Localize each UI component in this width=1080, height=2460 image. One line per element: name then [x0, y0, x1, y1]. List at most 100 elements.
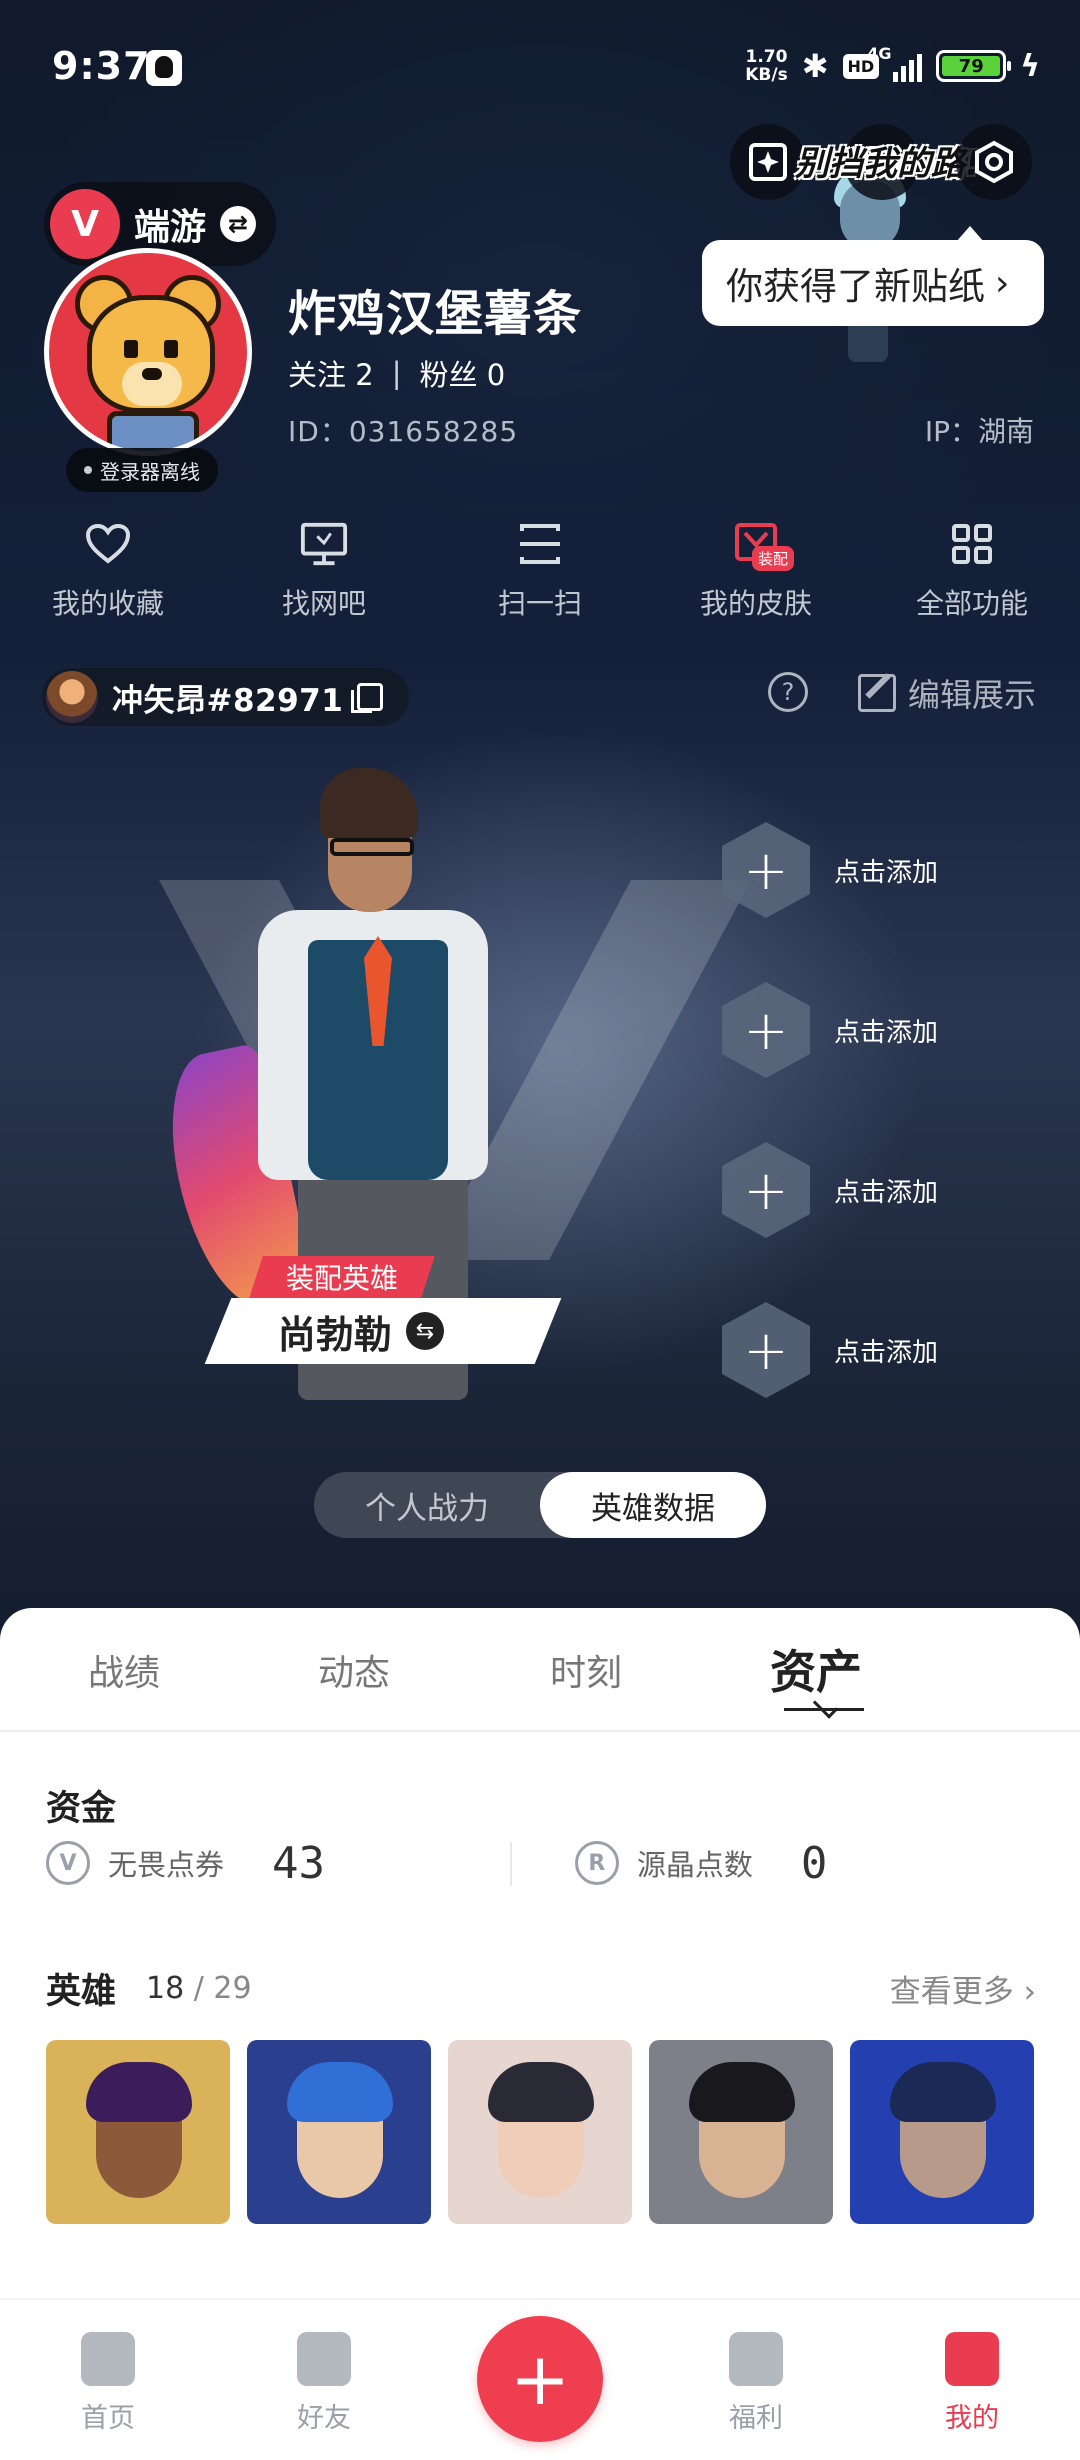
followers-link[interactable]: 粉丝 0 [419, 352, 505, 394]
riot-id-text: 冲矢昂#82971 [112, 682, 344, 719]
follow-stats: 关注 2 | 粉丝 0 [288, 352, 505, 394]
swap-hero-icon: ⇆ [406, 1312, 445, 1350]
chevron-right-icon: › [1023, 1973, 1036, 2010]
riot-avatar [46, 671, 98, 723]
profile-tabs: 战绩 动态 时刻 资产 [0, 1608, 1080, 1732]
funds-title: 资金 [46, 1789, 117, 1829]
user-id: ID：031658285 [288, 415, 519, 448]
edit-display-button[interactable]: 编辑展示 [857, 670, 1036, 716]
quick-action-my-skins[interactable]: 装配 我的皮肤 [648, 520, 864, 622]
new-sticker-notice[interactable]: 你获得了新贴纸 › [702, 226, 1044, 326]
heroes-count: 18 / 29 [146, 1970, 252, 2006]
hero-card[interactable] [247, 2040, 431, 2224]
swap-icon: ⇄ [220, 206, 257, 242]
nav-create[interactable]: + [432, 2300, 648, 2460]
gift-icon [729, 2332, 783, 2386]
tab-feed[interactable]: 动态 [318, 1644, 390, 1696]
riot-id-chip[interactable]: 冲矢昂#82971 [42, 668, 410, 726]
qq-notification-icon [146, 50, 182, 86]
equip-badge: 装配 [752, 546, 795, 571]
profile-icon [945, 2332, 999, 2386]
plus-icon: + [722, 1142, 810, 1238]
settings-hexagon-icon [975, 140, 1013, 184]
fund-value: 0 [800, 1837, 828, 1889]
sticker-graffiti-text: 别挡我的路! [795, 144, 981, 184]
toggle-personal-power[interactable]: 个人战力 [314, 1472, 540, 1538]
follow-separator: | [391, 356, 402, 390]
help-icon[interactable]: ? [768, 672, 808, 712]
plus-icon: + [722, 822, 810, 918]
fund-value: 43 [272, 1837, 325, 1889]
edit-icon [857, 674, 896, 712]
funds-row: V 无畏点券 43 R 源晶点数 0 [46, 1830, 1036, 1896]
valorant-logo-icon: V [50, 189, 120, 259]
quick-action-scan[interactable]: 扫一扫 [432, 520, 648, 622]
hero-card[interactable] [649, 2040, 833, 2224]
add-slot[interactable]: + 点击添加 [722, 1110, 938, 1270]
stats-toggle: 个人战力 英雄数据 [314, 1472, 766, 1538]
chevron-right-icon: › [995, 262, 1010, 304]
heroes-header: 英雄 18 / 29 查看更多 › [46, 1960, 1036, 2016]
status-bar: 9:37 1.70 KB/s ✱ HD 4G 79 ϟ [0, 0, 1080, 120]
charging-icon: ϟ [1020, 48, 1040, 84]
add-slots: + 点击添加 + 点击添加 + 点击添加 + 点击添加 [722, 790, 938, 1430]
settings-button[interactable] [956, 124, 1032, 200]
offline-dot-icon [84, 466, 92, 474]
tab-record[interactable]: 战绩 [88, 1644, 160, 1696]
hero-card[interactable] [46, 2040, 230, 2224]
hero-card[interactable] [448, 2040, 632, 2224]
heart-icon [84, 520, 132, 568]
nav-home[interactable]: 首页 [0, 2300, 216, 2460]
fund-valorant-points: V 无畏点券 43 [46, 1838, 541, 1889]
quick-actions: 我的收藏 找网吧 扫一扫 装配 我的皮肤 全部功能 [0, 520, 1080, 622]
status-indicators: 1.70 KB/s ✱ HD 4G 79 ϟ [745, 44, 1040, 88]
copy-icon[interactable] [351, 683, 384, 713]
add-slot[interactable]: + 点击添加 [722, 1270, 938, 1430]
fund-radianite: R 源晶点数 0 [541, 1838, 1036, 1889]
nav-benefits[interactable]: 福利 [648, 2300, 864, 2460]
bluetooth-icon: ✱ [801, 47, 829, 85]
grid-icon [948, 520, 996, 568]
status-time: 9:37 [52, 44, 151, 88]
hero-cards [46, 2040, 1034, 2224]
valorant-points-icon: V [46, 1841, 90, 1885]
nav-friends[interactable]: 好友 [216, 2300, 432, 2460]
friends-icon [297, 2332, 351, 2386]
tab-assets[interactable]: 资产 [770, 1636, 862, 1702]
hero-name-plate[interactable]: 尚勃勒 ⇆ [204, 1298, 562, 1364]
divider [510, 1842, 512, 1886]
radianite-icon: R [574, 1841, 619, 1885]
toggle-hero-data[interactable]: 英雄数据 [540, 1472, 766, 1538]
ip-location: IP：湖南 [924, 415, 1034, 448]
quick-action-find-cafe[interactable]: 找网吧 [216, 520, 432, 622]
plus-icon: + [477, 2316, 603, 2442]
cellular-signal-icon: 4G [867, 44, 923, 82]
add-slot[interactable]: + 点击添加 [722, 790, 938, 950]
quick-action-all-features[interactable]: 全部功能 [864, 520, 1080, 622]
following-link[interactable]: 关注 2 [288, 352, 374, 394]
hero-card[interactable] [850, 2040, 1034, 2224]
home-icon [81, 2332, 135, 2386]
avatar[interactable] [44, 248, 252, 456]
login-status-badge: 登录器离线 [66, 448, 218, 492]
see-more-link[interactable]: 查看更多 › [890, 1966, 1036, 2011]
nav-profile[interactable]: 我的 [864, 2300, 1080, 2460]
add-slot[interactable]: + 点击添加 [722, 950, 938, 1110]
game-name: 端游 [134, 207, 207, 248]
hero-name: 尚勃勒 [278, 1312, 393, 1357]
skin-icon: 装配 [732, 520, 795, 571]
heroes-title: 英雄 [46, 1971, 117, 2012]
new-sticker-text: 你获得了新贴纸 [726, 265, 985, 308]
username: 炸鸡汉堡薯条 [288, 286, 583, 342]
tab-moments[interactable]: 时刻 [550, 1644, 622, 1696]
plus-icon: + [722, 1302, 810, 1398]
plus-icon: + [722, 982, 810, 1078]
battery-level: 79 [942, 56, 1001, 77]
monitor-icon [300, 520, 348, 568]
quick-action-favorites[interactable]: 我的收藏 [0, 520, 216, 622]
network-speed: 1.70 KB/s [745, 47, 788, 85]
sparkle-frame-icon [749, 143, 787, 181]
bottom-nav: 首页 好友 + 福利 我的 [0, 2298, 1080, 2460]
scan-icon [516, 520, 564, 568]
equipped-hero-tag: 装配英雄 [249, 1256, 435, 1298]
